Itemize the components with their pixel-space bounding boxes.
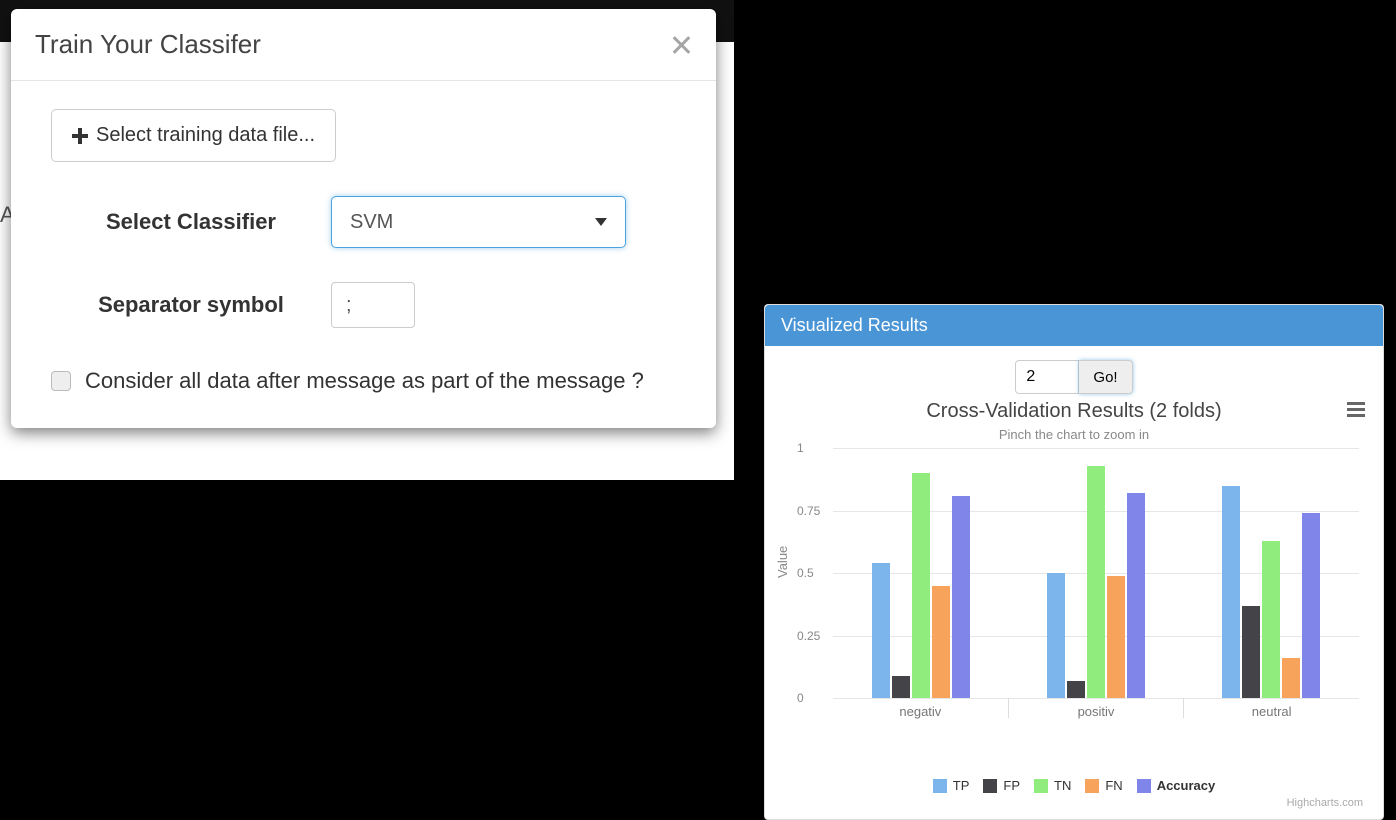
classifier-label: Select Classifier: [51, 209, 331, 235]
bar[interactable]: [1242, 606, 1260, 699]
bar-group: [1222, 486, 1320, 699]
y-tick: 0.25: [797, 629, 820, 643]
chart-categories: negativpositivneutral: [833, 698, 1359, 718]
consider-label: Consider all data after message as part …: [85, 368, 644, 394]
bar[interactable]: [892, 676, 910, 699]
bar[interactable]: [912, 473, 930, 698]
bar[interactable]: [1222, 486, 1240, 699]
consider-row: Consider all data after message as part …: [51, 368, 676, 394]
classifier-value: SVM: [350, 211, 393, 234]
close-icon[interactable]: [670, 34, 692, 56]
bar-group: [872, 473, 970, 698]
panel-title: Visualized Results: [765, 305, 1383, 346]
bar[interactable]: [1047, 573, 1065, 698]
modal-body: Select training data file... Select Clas…: [11, 81, 716, 428]
category-label: positiv: [1008, 698, 1184, 718]
legend-item[interactable]: Accuracy: [1137, 778, 1216, 793]
bar-group: [1047, 466, 1145, 699]
bar[interactable]: [1127, 493, 1145, 698]
visualized-results-panel: Visualized Results Go! Cross-Validation …: [764, 304, 1384, 820]
legend-swatch: [1085, 779, 1099, 793]
bar[interactable]: [1067, 681, 1085, 699]
fold-controls: Go!: [779, 360, 1369, 394]
legend-item[interactable]: FN: [1085, 778, 1122, 793]
legend-label: TN: [1054, 778, 1071, 793]
y-tick: 1: [797, 441, 804, 455]
bar[interactable]: [952, 496, 970, 699]
legend-swatch: [983, 779, 997, 793]
chart-plot[interactable]: 00.250.50.751: [833, 448, 1359, 698]
select-training-file-button[interactable]: Select training data file...: [51, 109, 336, 162]
panel-body: Go! Cross-Validation Results (2 folds) P…: [765, 346, 1383, 819]
chart-subtitle: Pinch the chart to zoom in: [779, 427, 1369, 442]
modal-header: Train Your Classifer: [11, 9, 716, 81]
chart-area: Value 00.250.50.751 negativpositivneutra…: [779, 448, 1369, 748]
y-tick: 0: [797, 691, 804, 705]
bar[interactable]: [932, 586, 950, 699]
bar[interactable]: [1282, 658, 1300, 698]
go-button[interactable]: Go!: [1079, 360, 1132, 394]
legend-label: FP: [1003, 778, 1020, 793]
consider-checkbox[interactable]: [51, 371, 71, 391]
bar[interactable]: [1107, 576, 1125, 699]
y-tick: 0.75: [797, 504, 820, 518]
folds-input[interactable]: [1015, 360, 1079, 394]
train-classifier-modal: Train Your Classifer Select training dat…: [11, 9, 716, 428]
modal-title: Train Your Classifer: [35, 29, 261, 60]
select-file-label: Select training data file...: [96, 124, 315, 147]
legend-item[interactable]: FP: [983, 778, 1020, 793]
category-label: neutral: [1183, 698, 1359, 718]
legend-item[interactable]: TP: [933, 778, 970, 793]
legend-swatch: [933, 779, 947, 793]
bar[interactable]: [1302, 513, 1320, 698]
separator-input[interactable]: [331, 282, 415, 328]
separator-row: Separator symbol: [51, 282, 676, 328]
legend-item[interactable]: TN: [1034, 778, 1071, 793]
bar[interactable]: [1262, 541, 1280, 699]
legend-swatch: [1137, 779, 1151, 793]
category-label: negativ: [833, 698, 1008, 718]
chevron-down-icon: [595, 218, 607, 226]
separator-label: Separator symbol: [51, 292, 331, 318]
chart-menu-icon[interactable]: [1347, 402, 1365, 417]
y-axis-label: Value: [775, 546, 790, 578]
plus-icon: [72, 128, 88, 144]
chart-legend: TP FP TN FN Accuracy: [779, 778, 1369, 793]
classifier-row: Select Classifier SVM: [51, 196, 676, 248]
legend-label: FN: [1105, 778, 1122, 793]
legend-label: TP: [953, 778, 970, 793]
classifier-select[interactable]: SVM: [331, 196, 626, 248]
y-tick: 0.5: [797, 566, 814, 580]
chart-title: Cross-Validation Results (2 folds): [779, 400, 1369, 423]
bar[interactable]: [1087, 466, 1105, 699]
bar[interactable]: [872, 563, 890, 698]
legend-swatch: [1034, 779, 1048, 793]
legend-label: Accuracy: [1157, 778, 1216, 793]
